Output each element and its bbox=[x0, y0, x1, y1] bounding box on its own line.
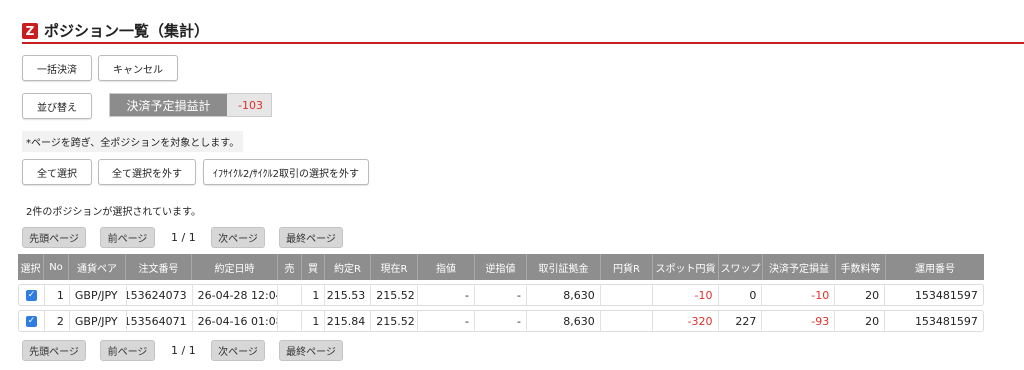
pnl-summary-value: -103 bbox=[227, 94, 271, 116]
last-page-button-bottom[interactable]: 最終ページ bbox=[279, 340, 343, 361]
cell-cur-rate: 215.52 bbox=[371, 285, 419, 305]
col-no[interactable]: No bbox=[44, 254, 69, 280]
positions-table: 選択 No 通貨ペア 注文番号 約定日時 売 買 約定R 現在R 指値 逆指値 … bbox=[18, 254, 984, 332]
cell-buy: 1 bbox=[302, 285, 326, 305]
col-cur-rate[interactable]: 現在R bbox=[371, 254, 418, 280]
cell-datetime: 26-04-16 01:08 bbox=[193, 311, 279, 331]
page-title: ポジション一覧（集計） bbox=[44, 22, 210, 40]
table-header: 選択 No 通貨ペア 注文番号 約定日時 売 買 約定R 現在R 指値 逆指値 … bbox=[18, 254, 984, 280]
cell-pair: GBP/JPY bbox=[70, 311, 127, 331]
col-pnl[interactable]: 決済予定損益 bbox=[763, 254, 836, 280]
cell-op-no: 153481597 bbox=[914, 288, 978, 302]
next-page-button-bottom[interactable]: 次ページ bbox=[211, 340, 265, 361]
col-swap[interactable]: スワップ bbox=[719, 254, 763, 280]
deselect-cycle-button[interactable]: ｲﾌｻｲｸﾙ2/ｻｲｸﾙ2取引の選択を外す bbox=[203, 159, 369, 185]
cell-yen-rate bbox=[601, 285, 653, 305]
col-yen-rate[interactable]: 円貨R bbox=[601, 254, 653, 280]
cell-yen-rate bbox=[601, 311, 653, 331]
cell-sell bbox=[278, 311, 303, 331]
cell-pnl: -10 bbox=[762, 285, 836, 305]
first-page-button[interactable]: 先頭ページ bbox=[22, 227, 86, 248]
col-buy[interactable]: 買 bbox=[302, 254, 325, 280]
col-op-no[interactable]: 運用番号 bbox=[886, 254, 984, 280]
cell-spot-yen: -320 bbox=[653, 311, 719, 331]
cell-fee: 20 bbox=[835, 285, 886, 305]
cancel-button[interactable]: キャンセル bbox=[98, 55, 178, 81]
col-margin[interactable]: 取引証拠金 bbox=[527, 254, 601, 280]
col-datetime[interactable]: 約定日時 bbox=[192, 254, 278, 280]
cell-swap: 227 bbox=[719, 311, 763, 331]
first-page-button-bottom[interactable]: 先頭ページ bbox=[22, 340, 86, 361]
select-all-button[interactable]: 全て選択 bbox=[22, 159, 92, 185]
cell-swap: 0 bbox=[719, 285, 763, 305]
cell-pnl: -93 bbox=[762, 311, 836, 331]
next-page-button[interactable]: 次ページ bbox=[211, 227, 265, 248]
cell-no: 1 bbox=[45, 285, 70, 305]
sort-button[interactable]: 並び替え bbox=[22, 93, 92, 119]
table-row[interactable]: ✓ 1 GBP/JPY 153624073 26-04-28 12:04 1 2… bbox=[18, 284, 984, 306]
cell-fee: 20 bbox=[835, 311, 886, 331]
col-sell[interactable]: 売 bbox=[278, 254, 302, 280]
cell-buy: 1 bbox=[302, 311, 326, 331]
cell-limit: - bbox=[418, 311, 476, 331]
row-select-cell[interactable]: ✓ bbox=[19, 285, 45, 305]
pnl-summary-label: 決済予定損益計 bbox=[110, 94, 227, 116]
page-indicator-bottom: 1 / 1 bbox=[171, 344, 196, 357]
cell-sell bbox=[278, 285, 303, 305]
col-stop[interactable]: 逆指値 bbox=[475, 254, 527, 280]
cell-margin: 8,630 bbox=[527, 285, 601, 305]
col-spot-yen[interactable]: スポット円貨 bbox=[653, 254, 719, 280]
col-exec-rate[interactable]: 約定R bbox=[325, 254, 371, 280]
table-row[interactable]: ✓ 2 GBP/JPY 153564071 26-04-16 01:08 1 2… bbox=[18, 310, 984, 332]
cross-page-note: *ページを跨ぎ、全ポジションを対象とします。 bbox=[22, 131, 244, 152]
cell-datetime: 26-04-28 12:04 bbox=[193, 285, 279, 305]
selected-count-text: 2件のポジションが選択されています。 bbox=[26, 207, 202, 218]
prev-page-button[interactable]: 前ページ bbox=[100, 227, 155, 248]
cell-spot-yen: -10 bbox=[653, 285, 719, 305]
cell-cur-rate: 215.52 bbox=[371, 311, 419, 331]
cell-exec-rate: 215.84 bbox=[325, 311, 372, 331]
col-fee[interactable]: 手数料等 bbox=[836, 254, 886, 280]
last-page-button[interactable]: 最終ページ bbox=[279, 227, 343, 248]
title-divider bbox=[22, 42, 1024, 44]
cell-no: 2 bbox=[45, 311, 70, 331]
cell-order: 153624073 bbox=[127, 285, 193, 305]
page-indicator: 1 / 1 bbox=[171, 231, 196, 244]
prev-page-button-bottom[interactable]: 前ページ bbox=[100, 340, 155, 361]
col-limit[interactable]: 指値 bbox=[418, 254, 475, 280]
checkbox-checked-icon[interactable]: ✓ bbox=[25, 315, 37, 327]
cell-pair: GBP/JPY bbox=[70, 285, 127, 305]
cell-exec-rate: 215.53 bbox=[325, 285, 372, 305]
cell-op-no: 153481597 bbox=[914, 314, 978, 328]
pnl-summary: 決済予定損益計 -103 bbox=[109, 93, 272, 117]
col-order[interactable]: 注文番号 bbox=[126, 254, 192, 280]
col-pair[interactable]: 通貨ペア bbox=[69, 254, 126, 280]
bulk-settle-button[interactable]: 一括決済 bbox=[22, 55, 92, 81]
row-select-cell[interactable]: ✓ bbox=[19, 311, 45, 331]
col-select[interactable]: 選択 bbox=[18, 254, 44, 280]
cell-stop: - bbox=[475, 311, 527, 331]
brand-logo-icon: Z bbox=[22, 22, 38, 39]
checkbox-checked-icon[interactable]: ✓ bbox=[25, 289, 37, 301]
deselect-all-button[interactable]: 全て選択を外す bbox=[98, 159, 196, 185]
cell-margin: 8,630 bbox=[527, 311, 601, 331]
cell-limit: - bbox=[418, 285, 476, 305]
cell-order: 153564071 bbox=[127, 311, 193, 331]
title-bar: Z ポジション一覧（集計） bbox=[22, 20, 209, 41]
cell-stop: - bbox=[475, 285, 527, 305]
